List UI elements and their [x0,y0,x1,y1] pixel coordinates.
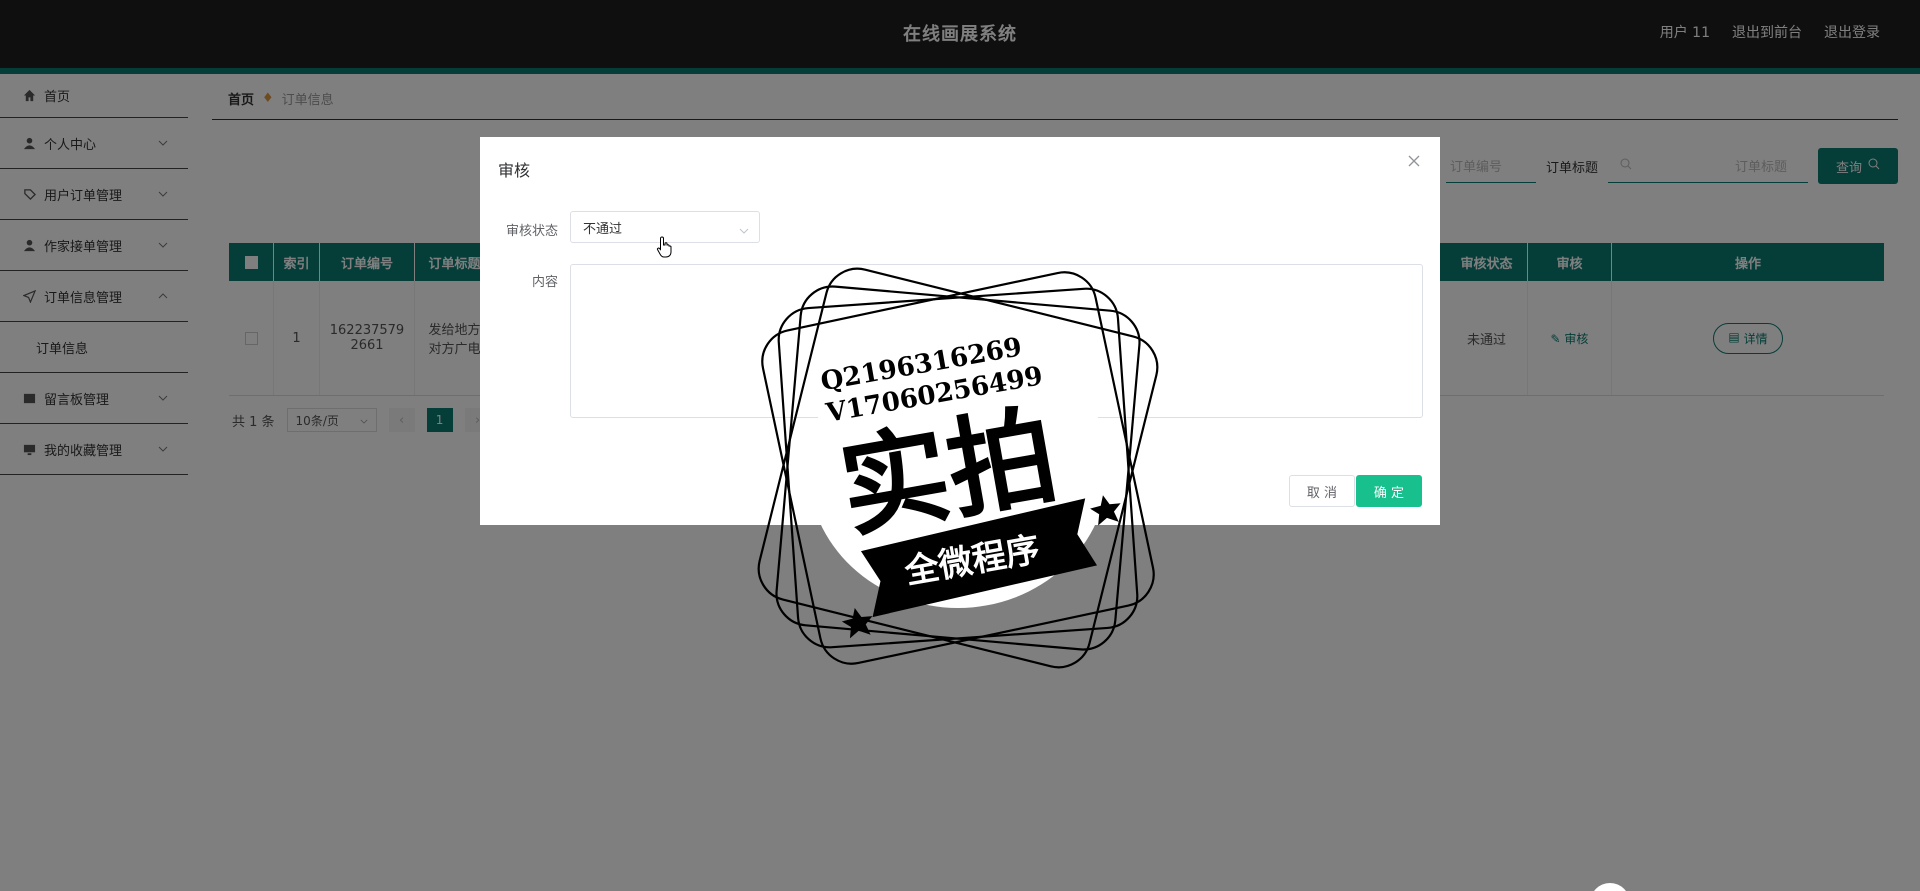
watermark-stamp: Q2196316269 V17060256499 实拍 全微程序 [757,267,1159,669]
close-icon[interactable] [1408,155,1422,169]
status-select-value: 不通过 [583,221,623,237]
hand-cursor-icon [656,236,674,262]
dialog-title: 审核 [498,161,531,180]
cancel-button[interactable]: 取 消 [1289,475,1355,507]
chevron-down-icon [739,223,749,238]
confirm-button[interactable]: 确 定 [1356,475,1422,507]
content-label: 内容 [531,275,558,290]
status-label: 审核状态 [505,224,558,239]
